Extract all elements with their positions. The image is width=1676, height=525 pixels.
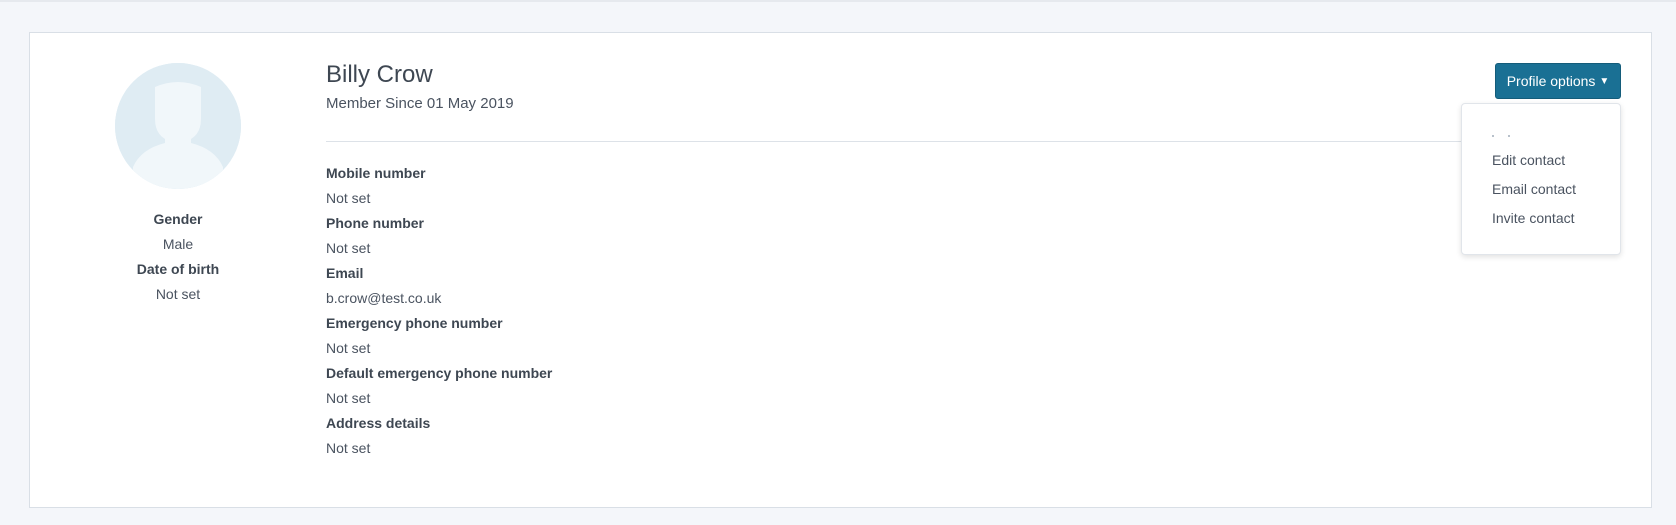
field-value: Not set <box>326 240 371 256</box>
field-value: Not set <box>326 190 371 206</box>
member-since: Member Since 01 May 2019 <box>326 95 514 112</box>
field-label: Emergency phone number <box>326 315 503 331</box>
menu-item-edit-contact[interactable]: Edit contact <box>1492 152 1565 168</box>
field-label: Default emergency phone number <box>326 365 553 381</box>
personal-info: Gender Male Date of birth Not set <box>88 207 268 307</box>
field-label: Address details <box>326 415 431 431</box>
dob-label: Date of birth <box>136 261 220 277</box>
profile-options-label: Profile options <box>1506 73 1596 89</box>
menu-item-invite-contact[interactable]: Invite contact <box>1492 210 1575 226</box>
profile-card: Gender Male Date of birth Not set Billy … <box>29 32 1652 508</box>
chevron-down-icon: ▼ <box>1599 75 1610 87</box>
divider <box>326 141 1556 142</box>
top-border <box>0 0 1676 2</box>
profile-options-button[interactable]: Profile options ▼ <box>1495 63 1621 99</box>
field-value: Not set <box>326 390 371 406</box>
profile-options-menu: Edit contact Email contact Invite contac… <box>1461 103 1621 255</box>
dob-value: Not set <box>155 286 201 302</box>
field-label: Email <box>326 265 364 281</box>
field-label: Phone number <box>326 215 425 231</box>
contact-fields: Mobile number Not set Phone number Not s… <box>326 161 926 461</box>
gender-value: Male <box>162 236 194 252</box>
field-value: b.crow@test.co.uk <box>326 290 442 306</box>
avatar <box>115 63 241 189</box>
field-label: Mobile number <box>326 165 426 181</box>
field-value: Not set <box>326 440 371 456</box>
gender-label: Gender <box>153 211 203 227</box>
field-value: Not set <box>326 340 371 356</box>
menu-placeholder <box>1492 124 1572 137</box>
menu-item-email-contact[interactable]: Email contact <box>1492 181 1576 197</box>
profile-name: Billy Crow <box>326 61 433 88</box>
user-silhouette-icon <box>115 63 241 189</box>
